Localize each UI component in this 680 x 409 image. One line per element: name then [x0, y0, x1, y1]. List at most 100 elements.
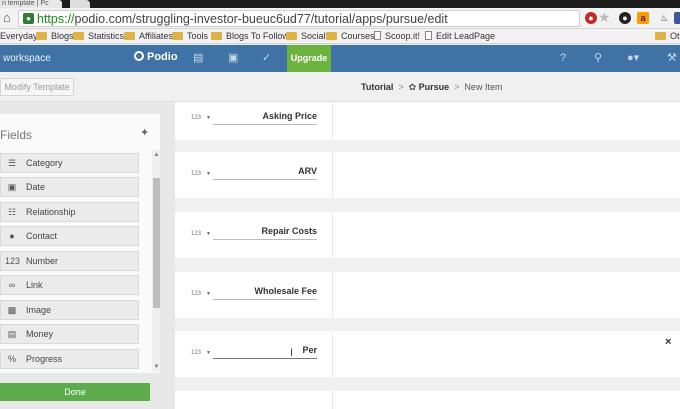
- number-type-icon: 123: [191, 115, 202, 121]
- apps-icon[interactable]: ▤: [193, 53, 203, 64]
- field-label-input[interactable]: [213, 162, 317, 180]
- field-label-input[interactable]: [213, 107, 317, 125]
- scroll-down-icon[interactable]: ▼: [153, 364, 160, 370]
- template-field-row-preview: [332, 152, 680, 198]
- field-type-contact[interactable]: ● Contact: [0, 226, 139, 246]
- workspace-switcher[interactable]: workspace: [3, 53, 51, 64]
- fields-panel-title: Fields: [0, 128, 33, 142]
- calendar-nav-icon[interactable]: ▣: [228, 53, 238, 64]
- breadcrumb: Tutorial > ✿ Pursue > New Item: [361, 82, 502, 93]
- extension-record-icon[interactable]: ●: [585, 12, 597, 24]
- notification-bell-icon[interactable]: ♨: [658, 12, 670, 24]
- modify-template-button[interactable]: Modify Template: [0, 78, 74, 96]
- tasks-check-icon[interactable]: ✓: [262, 53, 271, 64]
- url-field[interactable]: ● https://podio.com/struggling-investor-…: [18, 10, 580, 27]
- chevron-down-icon[interactable]: ▼: [206, 349, 211, 357]
- template-field-row-preview: [332, 331, 680, 377]
- field-type-date[interactable]: ▣ Date: [0, 177, 139, 197]
- link-icon: ∞: [8, 280, 16, 290]
- field-label-input[interactable]: [213, 282, 317, 300]
- browser-tab-title: n template | Pc: [2, 0, 49, 7]
- page-icon: [425, 31, 432, 40]
- template-field-row[interactable]: [175, 391, 332, 409]
- text-cursor-icon: I: [290, 347, 294, 359]
- url-scheme: https://: [37, 12, 75, 26]
- breadcrumb-current: New Item: [464, 82, 503, 92]
- podio-logo-text: Podio: [147, 51, 178, 63]
- chevron-down-icon[interactable]: ▼: [206, 230, 211, 238]
- number-type-icon: 123: [191, 231, 202, 237]
- fields-scrollbar-thumb[interactable]: [153, 178, 160, 308]
- extension-circle-icon[interactable]: ●: [619, 12, 631, 24]
- folder-icon: [326, 32, 337, 40]
- done-button[interactable]: Done: [0, 383, 150, 401]
- field-label-input[interactable]: [213, 222, 317, 240]
- field-label-input[interactable]: [213, 341, 317, 359]
- search-icon[interactable]: ⚲: [594, 53, 602, 64]
- bookmark-affiliates[interactable]: Affiliates: [124, 31, 173, 42]
- chevron-down-icon[interactable]: ▼: [206, 290, 211, 298]
- podio-logo-icon: [134, 51, 144, 61]
- field-type-relationship[interactable]: ☷ Relationship: [0, 202, 139, 222]
- bookmark-statistics[interactable]: Statistics: [73, 31, 124, 42]
- folder-icon: [124, 32, 135, 40]
- bookmarks-bar: Everyday Blogs Statistics Affiliates Too…: [0, 29, 680, 44]
- bookmark-star-icon[interactable]: ★: [598, 10, 611, 24]
- template-field-row[interactable]: 123 ▼: [175, 272, 332, 318]
- field-type-image[interactable]: ▩ Image: [0, 300, 139, 320]
- bookmark-courses[interactable]: Courses: [326, 31, 375, 42]
- scroll-up-icon[interactable]: ▲: [153, 152, 160, 158]
- template-field-row-preview: [332, 212, 680, 258]
- home-icon[interactable]: ⌂: [3, 11, 11, 25]
- close-icon[interactable]: ×: [665, 337, 671, 348]
- bookmark-scoop-it[interactable]: Scoop.it!: [374, 31, 420, 42]
- template-field-row-preview: [332, 272, 680, 318]
- url-path: podio.com/struggling-investor-bueuc6ud77…: [74, 12, 448, 26]
- user-menu-icon[interactable]: ●▾: [627, 53, 639, 64]
- folder-icon: [172, 32, 183, 40]
- bookmark-social[interactable]: Social: [286, 31, 326, 42]
- bookmark-blogs[interactable]: Blogs: [36, 31, 74, 42]
- breadcrumb-workspace[interactable]: Tutorial: [361, 82, 393, 92]
- template-field-row-preview: [332, 102, 680, 140]
- template-field-row-preview: [332, 391, 680, 409]
- url-text: https://podio.com/struggling-investor-bu…: [37, 12, 448, 26]
- address-bar: ⌂ ● https://podio.com/struggling-investo…: [0, 8, 680, 29]
- breadcrumb-separator-icon: >: [454, 82, 460, 92]
- template-field-row-active[interactable]: 123 ▼: [175, 331, 332, 377]
- template-field-row[interactable]: 123 ▼: [175, 212, 332, 258]
- field-type-money[interactable]: ▤ Money: [0, 324, 139, 344]
- money-icon: ▤: [7, 329, 17, 339]
- new-tab-button[interactable]: [70, 0, 90, 8]
- bookmark-tools[interactable]: Tools: [172, 31, 208, 42]
- browser-tab[interactable]: n template | Pc: [0, 0, 62, 8]
- field-type-progress[interactable]: % Progress: [0, 349, 139, 369]
- template-field-row[interactable]: 123 ▼: [175, 152, 332, 198]
- bookmark-everyday[interactable]: Everyday: [0, 31, 38, 42]
- image-icon: ▩: [7, 305, 17, 315]
- pin-icon[interactable]: ✦: [140, 127, 149, 139]
- folder-icon: [73, 32, 84, 40]
- podio-header: workspace Podio ▤ ▣ ✓ Upgrade ? ⚲ ●▾ ⚒: [0, 45, 680, 72]
- app-subheader: Modify Template Tutorial > ✿ Pursue > New It…: [0, 72, 680, 102]
- upgrade-button[interactable]: Upgrade: [287, 45, 331, 72]
- podio-logo[interactable]: Podio: [134, 51, 178, 64]
- bookmark-edit-leadpage[interactable]: Edit LeadPage: [425, 31, 495, 42]
- progress-icon: %: [7, 354, 16, 364]
- lock-icon: ●: [23, 13, 34, 24]
- extension-square-icon[interactable]: [674, 12, 680, 24]
- bookmark-other[interactable]: Ot: [655, 31, 680, 42]
- amazon-icon[interactable]: a: [637, 12, 649, 24]
- field-type-category[interactable]: ☰ Category: [0, 153, 139, 173]
- field-type-link[interactable]: ∞ Link: [0, 275, 139, 295]
- template-field-row[interactable]: 123 ▼: [175, 102, 332, 140]
- chevron-down-icon[interactable]: ▼: [206, 114, 211, 122]
- breadcrumb-app[interactable]: Pursue: [419, 82, 450, 92]
- settings-wrench-icon[interactable]: ⚒: [667, 53, 677, 64]
- help-icon[interactable]: ?: [560, 53, 566, 64]
- folder-icon: [36, 32, 47, 40]
- field-type-number[interactable]: 123 Number: [0, 251, 139, 271]
- chevron-down-icon[interactable]: ▼: [206, 170, 211, 178]
- bookmark-blogs-to-follow[interactable]: Blogs To Follow: [211, 31, 289, 42]
- folder-icon: [655, 32, 666, 40]
